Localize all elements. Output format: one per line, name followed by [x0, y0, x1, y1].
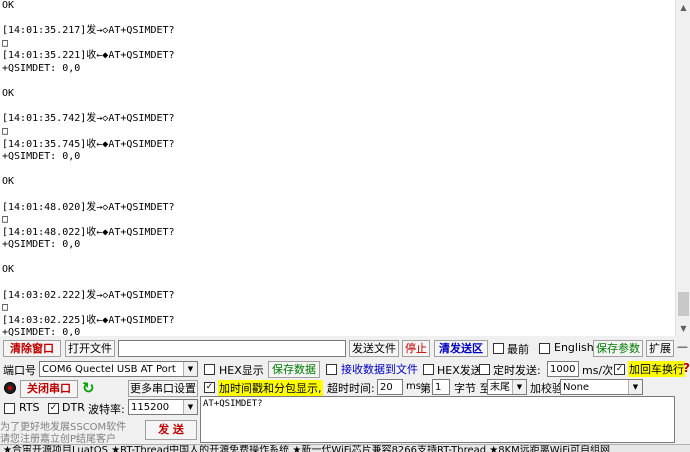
close-port-button[interactable]: 关闭串口	[20, 380, 78, 398]
promo-line-2[interactable]: 请您注册嘉立创P结尾客户	[0, 430, 116, 445]
hex-send-label: HEX发送	[437, 364, 482, 377]
log-line: [14:01:35.742]发→◇AT+QSIMDET?	[2, 113, 175, 125]
recv-to-file-checkbox[interactable]	[326, 364, 337, 375]
port-select[interactable]: COM6 Quectel USB AT Port ▼	[39, 361, 198, 377]
log-line: □	[2, 302, 9, 314]
byte-end-select[interactable]: 末尾 ▼	[487, 379, 527, 395]
open-file-button[interactable]: 打开文件	[65, 340, 115, 357]
add-crlf-checkbox[interactable]: ✓	[614, 364, 625, 375]
recv-to-file-label[interactable]: 接收数据到文件	[341, 361, 418, 377]
log-line: +QSIMDET: 0,0	[2, 327, 81, 336]
log-scrollbar[interactable]: ▲ ▼	[675, 0, 690, 336]
dtr-checkbox[interactable]: ✓	[48, 403, 59, 414]
timeout-input[interactable]: 20	[377, 379, 403, 395]
dtr-label: DTR	[62, 401, 85, 414]
log-line: □	[2, 214, 9, 226]
log-line: +QSIMDET: 0,0	[2, 151, 81, 163]
log-line: [14:01:35.745]收←◆AT+QSIMDET?	[2, 138, 175, 150]
log-line: [14:01:35.221]收←◆AT+QSIMDET?	[2, 50, 175, 62]
baud-select[interactable]: 115200 ▼	[128, 399, 198, 415]
byte-no-label: 第	[420, 382, 431, 395]
send-textarea[interactable]: AT+QSIMDET?	[200, 396, 675, 443]
refresh-icon[interactable]: ↻	[82, 381, 95, 396]
expand-button[interactable]: 扩展	[646, 340, 674, 357]
save-params-button[interactable]: 保存参数	[593, 340, 643, 357]
log-line: OK	[2, 0, 15, 11]
timed-send-label: 定时发送:	[493, 364, 541, 377]
log-line: +QSIMDET: 0,0	[2, 62, 81, 74]
collapse-button[interactable]: —	[677, 340, 688, 353]
byte-index-input[interactable]: 1	[432, 379, 450, 395]
byte-end-value: 末尾	[490, 382, 510, 393]
scroll-up-icon[interactable]: ▲	[676, 0, 690, 15]
port-status-icon	[4, 382, 16, 394]
hex-send-checkbox[interactable]	[423, 364, 434, 375]
log-line: □	[2, 37, 9, 49]
log-line: [14:03:02.222]发→◇AT+QSIMDET?	[2, 289, 175, 301]
byte-unit-label: 字节 至	[454, 382, 491, 395]
timestamp-label: 加时间戳和分包显示,	[218, 380, 323, 396]
stop-button[interactable]: 停止	[402, 340, 430, 357]
baud-select-value: 115200	[131, 402, 170, 413]
file-path-input[interactable]	[118, 340, 346, 357]
log-line: □	[2, 125, 9, 137]
log-line: [14:01:48.020]发→◇AT+QSIMDET?	[2, 201, 175, 213]
hex-display-label: HEX显示	[219, 364, 264, 377]
log-line: OK	[2, 264, 15, 276]
log-line: [14:01:35.217]发→◇AT+QSIMDET?	[2, 25, 175, 37]
baud-label: 波特率:	[88, 403, 125, 416]
log-line: OK	[2, 88, 15, 100]
topmost-checkbox[interactable]	[493, 343, 504, 354]
checksum-label: 加校验	[530, 382, 563, 395]
save-data-button[interactable]: 保存数据	[268, 361, 320, 378]
send-button[interactable]: 发 送	[145, 420, 197, 440]
chevron-down-icon: ▼	[183, 400, 197, 414]
chevron-down-icon: ▼	[183, 362, 197, 376]
interval-unit-label: ms/次	[582, 364, 614, 377]
clear-send-area-button[interactable]: 清发送区	[434, 340, 488, 357]
log-line: [14:03:02.225]收←◆AT+QSIMDET?	[2, 314, 175, 326]
topmost-label: 最前	[507, 343, 529, 356]
rts-checkbox[interactable]	[4, 403, 15, 414]
hex-display-checkbox[interactable]	[204, 364, 215, 375]
checksum-select[interactable]: None ▼	[560, 379, 643, 395]
ms-label: ms	[406, 381, 421, 392]
add-crlf-label: 加回车换行	[628, 361, 685, 377]
help-icon[interactable]: ?	[683, 361, 690, 375]
send-file-button[interactable]: 发送文件	[349, 340, 399, 357]
log-line: OK	[2, 176, 15, 188]
rts-label: RTS	[19, 401, 40, 414]
timeout-label: 超时时间:	[327, 382, 375, 395]
clear-window-button[interactable]: 清除窗口	[3, 340, 61, 357]
log-line: +QSIMDET: 0,0	[2, 239, 81, 251]
scroll-down-icon[interactable]: ▼	[676, 321, 690, 336]
scroll-thumb[interactable]	[678, 292, 689, 316]
checksum-select-value: None	[563, 382, 590, 393]
timestamp-checkbox[interactable]: ✓	[204, 382, 215, 393]
log-line: [14:01:48.022]收←◆AT+QSIMDET?	[2, 226, 175, 238]
english-checkbox[interactable]	[539, 343, 550, 354]
port-select-value: COM6 Quectel USB AT Port	[42, 364, 176, 375]
interval-input[interactable]: 1000	[547, 361, 579, 377]
chevron-down-icon: ▼	[628, 380, 642, 394]
more-settings-button[interactable]: 更多串口设置	[128, 380, 198, 397]
receive-log[interactable]: OK [14:01:35.217]发→◇AT+QSIMDET? □ [14:01:35…	[0, 0, 675, 336]
chevron-down-icon: ▼	[512, 380, 526, 394]
timed-send-checkbox[interactable]	[479, 364, 490, 375]
english-label: English	[554, 341, 594, 354]
port-label: 端口号	[3, 364, 36, 377]
